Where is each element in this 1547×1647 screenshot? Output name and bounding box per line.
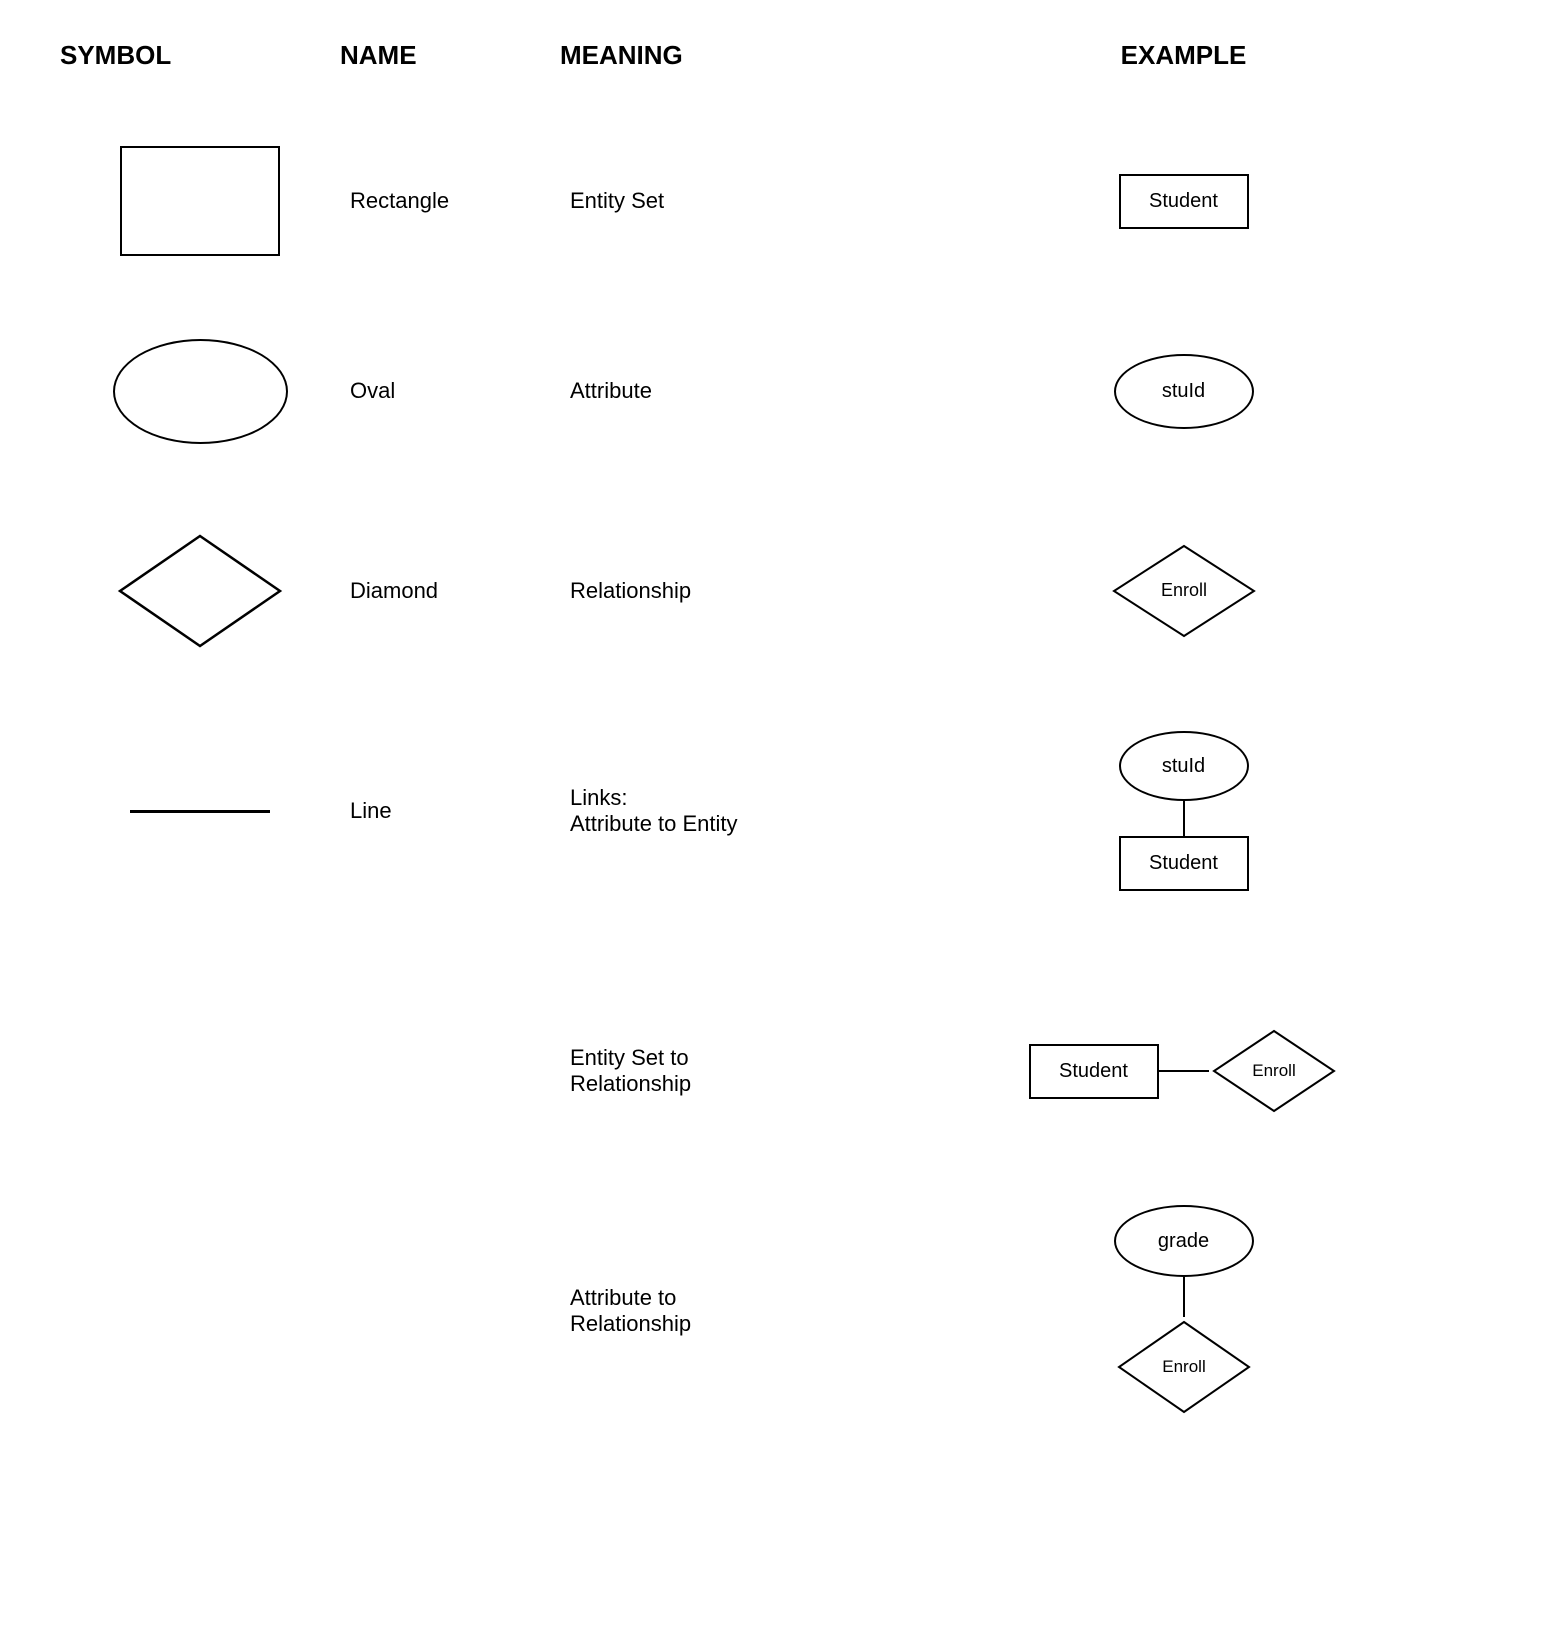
meaning-attr-rel-line2: Relationship: [570, 1311, 880, 1337]
name-rectangle: Rectangle: [340, 188, 560, 214]
rectangle-shape: [120, 146, 280, 256]
entity-rel-ex-rect: Student: [1029, 1044, 1159, 1099]
example-entity-rel: Student Enroll: [880, 1016, 1487, 1126]
svg-text:Enroll: Enroll: [1160, 580, 1206, 600]
meaning-oval: Attribute: [560, 378, 880, 404]
attr-rel-ex-diamond: Enroll: [1114, 1317, 1254, 1417]
row-oval: Oval Attribute stuId: [60, 301, 1487, 481]
symbol-rectangle: [60, 126, 340, 276]
meaning-entity-rel-line1: Entity Set to: [570, 1045, 880, 1071]
header-symbol: SYMBOL: [60, 40, 340, 81]
meaning-entity-rel-line2: Relationship: [570, 1071, 880, 1097]
name-diamond: Diamond: [340, 578, 560, 604]
attr-rel-ex-oval: grade: [1114, 1205, 1254, 1277]
example-rectangle-shape: Student: [1119, 174, 1249, 229]
header-meaning: MEANING: [560, 40, 880, 81]
meaning-line2: Attribute to Entity: [570, 811, 880, 837]
attr-rel-example-group: grade Enroll: [1114, 1205, 1254, 1417]
table-header: SYMBOL NAME MEANING EXAMPLE: [60, 40, 1487, 81]
example-rectangle-label: Student: [1149, 190, 1218, 213]
entity-rel-ex-diamond: Enroll: [1209, 1026, 1339, 1116]
line-ex-connector: [1183, 801, 1185, 836]
example-diamond-svg: Enroll: [1109, 541, 1259, 641]
meaning-line: Links: Attribute to Entity: [560, 785, 880, 837]
meaning-attr-rel-line1: Attribute to: [570, 1285, 880, 1311]
svg-text:Enroll: Enroll: [1162, 1357, 1205, 1376]
row-rectangle: Rectangle Entity Set Student: [60, 111, 1487, 291]
line-ex-rect-label: Student: [1149, 852, 1218, 875]
symbol-entity-rel-empty: [60, 1051, 340, 1091]
line-shape: [130, 810, 270, 813]
meaning-line1: Links:: [570, 785, 880, 811]
name-oval: Oval: [340, 378, 560, 404]
symbol-diamond: [60, 511, 340, 671]
header-name: NAME: [340, 40, 560, 81]
entity-rel-example-group: Student Enroll: [1029, 1026, 1339, 1116]
row-line: Line Links: Attribute to Entity stuId St…: [60, 701, 1487, 921]
name-line: Line: [340, 798, 560, 824]
row-diamond: Diamond Relationship Enroll: [60, 491, 1487, 691]
svg-text:Enroll: Enroll: [1252, 1061, 1295, 1080]
example-attr-rel: grade Enroll: [880, 1195, 1487, 1427]
symbol-oval: [60, 319, 340, 464]
example-rectangle: Student: [880, 164, 1487, 239]
example-line: stuId Student: [880, 721, 1487, 901]
row-entity-rel: Entity Set to Relationship Student Enrol…: [60, 971, 1487, 1171]
oval-shape: [113, 339, 288, 444]
diamond-symbol-svg: [115, 531, 285, 651]
meaning-entity-rel: Entity Set to Relationship: [560, 1045, 880, 1097]
line-ex-oval-label: stuId: [1162, 755, 1205, 778]
header-example: EXAMPLE: [880, 40, 1487, 81]
line-ex-rect: Student: [1119, 836, 1249, 891]
meaning-attr-rel: Attribute to Relationship: [560, 1285, 880, 1337]
line-ex-oval: stuId: [1119, 731, 1249, 801]
entity-rel-ex-rect-label: Student: [1059, 1060, 1128, 1083]
example-oval-label: stuId: [1162, 380, 1205, 403]
symbol-line: [60, 790, 340, 833]
line-example-group: stuId Student: [1119, 731, 1249, 891]
entity-rel-connector: [1159, 1070, 1209, 1072]
example-oval: stuId: [880, 344, 1487, 439]
meaning-rectangle: Entity Set: [560, 188, 880, 214]
row-attr-rel: Attribute to Relationship grade Enroll: [60, 1181, 1487, 1441]
attr-rel-connector: [1183, 1277, 1185, 1317]
attr-rel-ex-oval-label: grade: [1158, 1230, 1209, 1253]
example-oval-shape: stuId: [1114, 354, 1254, 429]
symbol-attr-rel-empty: [60, 1291, 340, 1331]
example-diamond: Enroll: [880, 531, 1487, 651]
meaning-diamond: Relationship: [560, 578, 880, 604]
